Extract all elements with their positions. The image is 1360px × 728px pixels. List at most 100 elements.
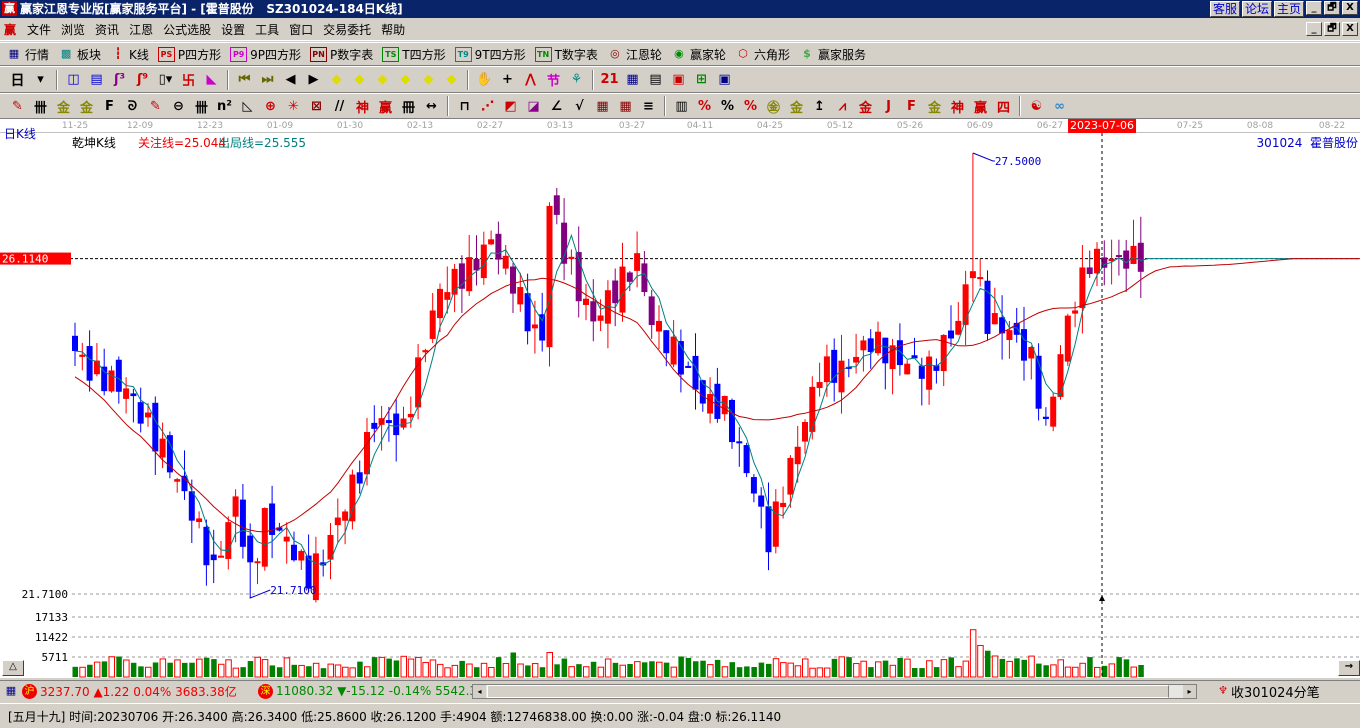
pen-grid-icon[interactable]: ✎ <box>144 95 167 117</box>
homepage-link[interactable]: 主页 <box>1273 1 1304 17</box>
parallel-icon[interactable]: 卌 <box>190 95 213 117</box>
kline-chart[interactable]: 日K线 乾坤K线 关注线=25.044 出局线=25.555 301024 霍普… <box>0 127 1360 678</box>
columns-icon[interactable]: 冊 <box>397 95 420 117</box>
zoom-v-icon[interactable]: ◆ <box>440 69 463 91</box>
j-fan-icon[interactable]: J <box>877 95 900 117</box>
f-lines-icon[interactable]: F <box>98 95 121 117</box>
restore-button[interactable]: 🗗 <box>1324 1 1340 15</box>
shen-icon[interactable]: 神 <box>351 95 374 117</box>
festival-icon[interactable]: 节 <box>542 69 565 91</box>
zoom-in-icon[interactable]: ◆ <box>394 69 417 91</box>
percent-icon[interactable]: % <box>716 95 739 117</box>
target-icon[interactable]: ⊕ <box>259 95 282 117</box>
minimize-button[interactable]: _ <box>1306 1 1322 15</box>
fan-box-icon[interactable]: ◩ <box>499 95 522 117</box>
percent-lines-icon[interactable]: % <box>739 95 762 117</box>
first-icon[interactable]: ⏮ <box>233 69 256 91</box>
si-fan-icon[interactable]: 四 <box>992 95 1015 117</box>
document-icon[interactable]: ▤ <box>644 69 667 91</box>
move-right-icon[interactable]: ◆ <box>348 69 371 91</box>
gold-fan-icon[interactable]: 金 <box>923 95 946 117</box>
fan-box-2-icon[interactable]: ◪ <box>522 95 545 117</box>
period-selector[interactable]: 日 <box>6 69 29 91</box>
menu-formula[interactable]: 公式选股 <box>158 21 216 38</box>
wave-box-icon[interactable]: ⩘ <box>831 95 854 117</box>
notes-icon[interactable]: ▤ <box>85 69 108 91</box>
gold-box-icon[interactable]: 金 <box>854 95 877 117</box>
infinity-icon[interactable]: ∞ <box>1048 95 1071 117</box>
f-fan-icon[interactable]: F <box>900 95 923 117</box>
yin-yang-icon[interactable]: ☯ <box>1025 95 1048 117</box>
spiral-icon[interactable]: ᘐ <box>121 95 144 117</box>
shape-icon[interactable]: ⚘ <box>565 69 588 91</box>
shenzhen-index[interactable]: 11080.32 ▼-15.12 -0.14% 5542.3 <box>276 684 472 698</box>
calculator-icon[interactable]: ▦ <box>621 69 644 91</box>
lines-3-icon[interactable]: 卌 <box>29 95 52 117</box>
toolbar-gann-wheel-button[interactable]: ◎ 江恩轮 <box>607 46 662 63</box>
move-left-icon[interactable]: ◆ <box>325 69 348 91</box>
grid-2-icon[interactable]: ▦ <box>614 95 637 117</box>
child-minimize-button[interactable]: _ <box>1306 22 1322 36</box>
zoom-out-icon[interactable]: ◆ <box>417 69 440 91</box>
percent-fan-icon[interactable]: % <box>693 95 716 117</box>
gold-1-icon[interactable]: 金 <box>52 95 75 117</box>
triangle-icon[interactable]: ◺ <box>236 95 259 117</box>
calendar-icon[interactable]: ▦ <box>3 683 19 699</box>
expand-up-button[interactable]: △ <box>2 660 24 676</box>
v-line-icon[interactable]: √ <box>568 95 591 117</box>
save-icon[interactable]: ▣ <box>667 69 690 91</box>
toolbar-winner-wheel-button[interactable]: ◉ 赢家轮 <box>671 46 726 63</box>
scroll-left-arrow[interactable]: ◂ <box>473 684 486 698</box>
toolbar-t-square-button[interactable]: TS T四方形 <box>382 46 446 63</box>
forum-link[interactable]: 论坛 <box>1241 1 1272 17</box>
calendar-icon[interactable]: 21 <box>598 69 621 91</box>
last-icon[interactable]: ⏭ <box>256 69 279 91</box>
wave-9-icon[interactable]: ʃ⁹ <box>131 69 154 91</box>
period-dropdown-icon[interactable]: ▾ <box>29 69 52 91</box>
angle-icon[interactable]: ∠ <box>545 95 568 117</box>
menu-news[interactable]: 资讯 <box>90 21 124 38</box>
fan-red-icon[interactable]: ⋰ <box>476 95 499 117</box>
menu-file[interactable]: 文件 <box>22 21 56 38</box>
menu-gann[interactable]: 江恩 <box>124 21 158 38</box>
angles-icon[interactable]: // <box>328 95 351 117</box>
shen-fan-icon[interactable]: 神 <box>946 95 969 117</box>
shanghai-index[interactable]: 3237.70 ▲1.22 0.04% 3683.38亿 <box>40 683 255 700</box>
candle-type-icon[interactable]: ▯▾ <box>154 69 177 91</box>
toolbar-quotes-button[interactable]: ▦ 行情 <box>6 46 49 63</box>
menu-trade[interactable]: 交易委托 <box>318 21 376 38</box>
left-icon[interactable]: ◀ <box>279 69 302 91</box>
scroll-right-arrow[interactable]: ▸ <box>1183 684 1196 698</box>
grid-1-icon[interactable]: ▦ <box>591 95 614 117</box>
toolbar-kline-button[interactable]: ┇ K线 <box>110 46 149 63</box>
horizontal-scrollbar[interactable]: ◂ ▸ <box>472 683 1197 699</box>
toolbar-hexagon-button[interactable]: ⬡ 六角形 <box>735 46 790 63</box>
scroll-thumb[interactable] <box>487 684 1169 698</box>
wave-3-icon[interactable]: ʃ³ <box>108 69 131 91</box>
customer-service-link[interactable]: 客服 <box>1209 1 1240 17</box>
menu-settings[interactable]: 设置 <box>216 21 250 38</box>
table-icon[interactable]: ▥ <box>670 95 693 117</box>
gold-2-icon[interactable]: 金 <box>75 95 98 117</box>
toolbar-winner-service-button[interactable]: $ 赢家服务 <box>799 46 866 63</box>
toolbar-9p-square-button[interactable]: P9 9P四方形 <box>230 46 301 63</box>
menu-window[interactable]: 窗口 <box>284 21 318 38</box>
gold-lines-icon[interactable]: 金 <box>785 95 808 117</box>
scroll-right-button[interactable]: → <box>1338 660 1360 676</box>
line-draw-icon[interactable]: ⋀ <box>519 69 542 91</box>
menu-help[interactable]: 帮助 <box>376 21 410 38</box>
ying-icon[interactable]: 赢 <box>374 95 397 117</box>
menu-tools[interactable]: 工具 <box>250 21 284 38</box>
computer-icon[interactable]: ▣ <box>713 69 736 91</box>
right-icon[interactable]: ▶ <box>302 69 325 91</box>
chart-style-icon[interactable]: ◫ <box>62 69 85 91</box>
toolbar-p-square-button[interactable]: PS P四方形 <box>157 46 221 63</box>
child-close-button[interactable]: X <box>1342 22 1358 36</box>
star-icon[interactable]: ✳ <box>282 95 305 117</box>
close-button[interactable]: X <box>1342 1 1358 15</box>
zoom-h-icon[interactable]: ◆ <box>371 69 394 91</box>
toolbar-t-number-table-button[interactable]: TN T数字表 <box>534 46 598 63</box>
circle-lines-icon[interactable]: ⊖ <box>167 95 190 117</box>
toolbar-sectors-button[interactable]: ▩ 板块 <box>58 46 101 63</box>
hand-icon[interactable]: ✋ <box>473 69 496 91</box>
